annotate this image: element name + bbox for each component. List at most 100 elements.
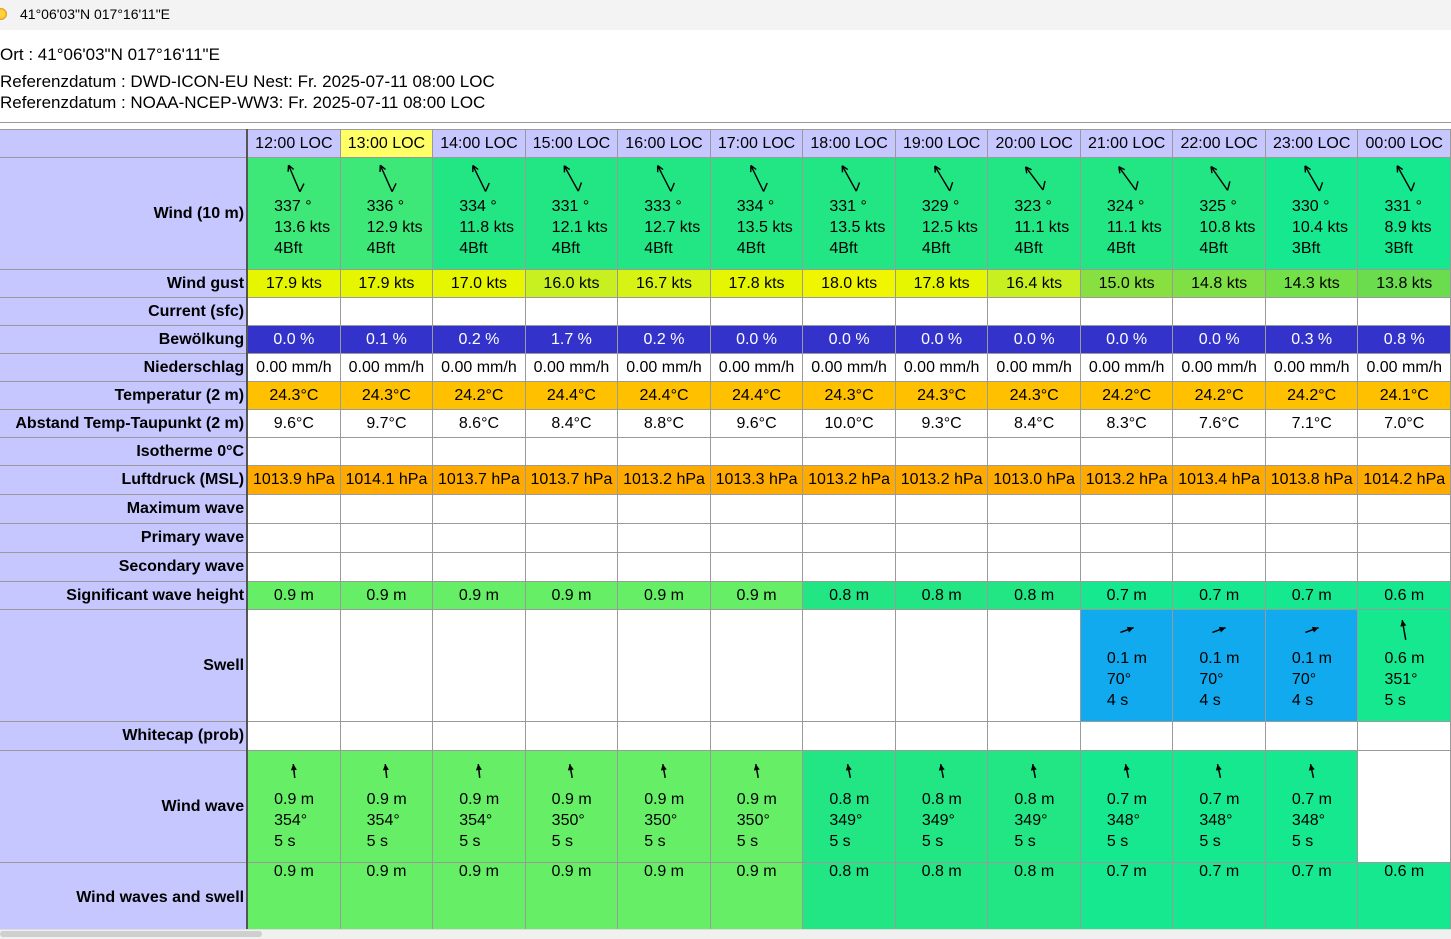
primwave-cell bbox=[1172, 523, 1266, 553]
moon-row-divider bbox=[0, 122, 1451, 123]
row-windwave: Wind wave 0.9 m 354° 5 s 0.9 m 354° 5 s 0.9 m 35… bbox=[0, 750, 1451, 863]
windwave-cell bbox=[1357, 750, 1451, 863]
swell-cell bbox=[709, 609, 804, 722]
cloud-cell: 0.0 % bbox=[894, 325, 989, 354]
combined-cell: 0.9 m bbox=[339, 862, 434, 929]
dewgap-cell: 9.6°C bbox=[709, 409, 804, 438]
row-gust: Wind gust 17.9 kts 17.9 kts 17.0 kts 16.0 kt… bbox=[0, 269, 1451, 298]
wind-wave-height: 0.9 m bbox=[736, 791, 777, 808]
swell-period: 4 s bbox=[1199, 692, 1221, 709]
temp-cell: 24.3°C bbox=[246, 381, 341, 410]
gust-cell: 17.8 kts bbox=[894, 269, 989, 298]
wind-wave-direction-icon bbox=[383, 763, 390, 779]
secwave-cell bbox=[709, 552, 804, 582]
windwave-cell: 0.9 m 354° 5 s bbox=[246, 750, 341, 863]
gust-cell: 17.9 kts bbox=[339, 269, 434, 298]
temp-cell: 24.2°C bbox=[1172, 381, 1266, 410]
wind-speed-value: 13.5 kts bbox=[829, 219, 886, 236]
wind-wave-period: 5 s bbox=[736, 833, 759, 850]
row-cloud: Bewölkung 0.0 % 0.1 % 0.2 % 1.7 % 0.2 % 0.0 % 0… bbox=[0, 325, 1451, 354]
secwave-cell bbox=[524, 552, 619, 582]
row-swell: Swell 0.1 m 70° 4 s 0.1 m 70° 4 s 0.1 m 70° 4 s 0.… bbox=[0, 609, 1451, 722]
reference-label: Referenzdatum bbox=[0, 93, 117, 112]
pressure-cell: 1013.9 hPa bbox=[246, 465, 341, 495]
wind-wave-period: 5 s bbox=[921, 833, 944, 850]
forecast-table-viewport[interactable]: 12:00 LOC 13:00 LOC 14:00 LOC 15:00 LOC 16:0… bbox=[0, 129, 1451, 929]
wind-dir-value: 336 ° bbox=[366, 198, 405, 215]
maxwave-cell bbox=[339, 494, 434, 524]
row-iso: Isotherme 0°C bbox=[0, 437, 1451, 466]
row-label-wind: Wind (10 m) bbox=[0, 157, 249, 270]
current-cell bbox=[1264, 297, 1359, 326]
scrollbar-thumb[interactable] bbox=[0, 931, 262, 937]
wind-wave-direction-icon bbox=[1123, 763, 1130, 779]
gust-cell: 17.9 kts bbox=[246, 269, 341, 298]
precip-cell: 0.00 mm/h bbox=[339, 353, 434, 382]
current-cell bbox=[709, 297, 804, 326]
windwave-cell: 0.9 m 350° 5 s bbox=[709, 750, 804, 863]
temp-cell: 24.4°C bbox=[617, 381, 711, 410]
wind-speed-value: 12.7 kts bbox=[644, 219, 701, 236]
wind-values: 337 ° 13.6 kts 4Bft bbox=[248, 196, 339, 259]
cloud-cell: 0.1 % bbox=[339, 325, 434, 354]
whitecap-cell bbox=[1264, 721, 1359, 751]
gust-cell: 16.4 kts bbox=[987, 269, 1081, 298]
row-label-iso: Isotherme 0°C bbox=[0, 437, 249, 466]
primwave-cell bbox=[246, 523, 341, 553]
whitecap-cell bbox=[987, 721, 1081, 751]
reference-date-ww3: Referenzdatum : NOAA-NCEP-WW3: Fr. 2025-… bbox=[0, 93, 486, 112]
pressure-cell: 1013.7 hPa bbox=[524, 465, 619, 495]
wind-wave-period: 5 s bbox=[1014, 833, 1036, 850]
row-primwave: Primary wave bbox=[0, 523, 1451, 553]
sigwave-cell: 0.7 m bbox=[1264, 581, 1359, 610]
wind-wave-values: 0.8 m 349° 5 s bbox=[896, 789, 987, 852]
pressure-cell: 1013.0 hPa bbox=[987, 465, 1081, 495]
wind-wave-direction-icon bbox=[1215, 763, 1222, 779]
maxwave-cell bbox=[1079, 494, 1174, 524]
wind-wave-direction-icon bbox=[568, 763, 575, 779]
primwave-cell bbox=[709, 523, 804, 553]
row-label-pressure: Luftdruck (MSL) bbox=[0, 465, 249, 495]
wind-bft-value: 4Bft bbox=[274, 240, 303, 257]
wind-cell: 330 ° 10.4 kts 3Bft bbox=[1264, 157, 1359, 270]
current-cell bbox=[432, 297, 526, 326]
wind-values: 325 ° 10.8 kts 4Bft bbox=[1174, 196, 1265, 259]
temp-cell: 24.4°C bbox=[709, 381, 804, 410]
combined-cell: 0.9 m bbox=[432, 862, 526, 929]
swell-cell bbox=[987, 609, 1081, 722]
pressure-cell: 1013.2 hPa bbox=[894, 465, 989, 495]
wind-speed-value: 11.1 kts bbox=[1106, 219, 1162, 236]
wind-wave-direction: 349° bbox=[829, 812, 863, 829]
maxwave-cell bbox=[1357, 494, 1451, 524]
wind-dir-value: 330 ° bbox=[1291, 198, 1330, 215]
time-header: 21:00 LOC bbox=[1079, 129, 1174, 158]
window-titlebar: 41°06'03"N 017°16'11"E bbox=[0, 0, 1451, 31]
combined-cell: 0.9 m bbox=[617, 862, 711, 929]
combined-cell: 0.8 m bbox=[802, 862, 896, 929]
cloud-cell: 1.7 % bbox=[524, 325, 619, 354]
swell-cell: 0.1 m 70° 4 s bbox=[1079, 609, 1174, 722]
combined-cell: 0.8 m bbox=[894, 862, 989, 929]
wind-wave-period: 5 s bbox=[1291, 833, 1314, 850]
whitecap-cell bbox=[802, 721, 896, 751]
secwave-cell bbox=[802, 552, 896, 582]
windwave-cell: 0.9 m 354° 5 s bbox=[339, 750, 434, 863]
wind-bft-value: 4Bft bbox=[829, 240, 858, 257]
cloud-cell: 0.0 % bbox=[1079, 325, 1174, 354]
wind-values: 331 ° 8.9 kts 3Bft bbox=[1359, 196, 1450, 259]
maxwave-cell bbox=[432, 494, 526, 524]
reference-value: NOAA-NCEP-WW3: Fr. 2025-07-11 08:00 LOC bbox=[130, 93, 486, 112]
wind-cell: 324 ° 11.1 kts 4Bft bbox=[1079, 157, 1174, 270]
iso-cell bbox=[1357, 437, 1451, 466]
wind-wave-values: 0.9 m 354° 5 s bbox=[248, 789, 339, 852]
swell-cell bbox=[246, 609, 341, 722]
wind-wave-direction-icon bbox=[1031, 763, 1037, 779]
swell-direction-icon bbox=[1119, 626, 1134, 634]
windwave-cell: 0.7 m 348° 5 s bbox=[1172, 750, 1266, 863]
combined-cell: 0.6 m bbox=[1357, 862, 1451, 929]
swell-cell: 0.1 m 70° 4 s bbox=[1264, 609, 1359, 722]
wind-wave-height: 0.7 m bbox=[1106, 791, 1147, 808]
sigwave-cell: 0.7 m bbox=[1172, 581, 1266, 610]
precip-cell: 0.00 mm/h bbox=[1079, 353, 1174, 382]
wind-values: 331 ° 13.5 kts 4Bft bbox=[804, 196, 895, 259]
